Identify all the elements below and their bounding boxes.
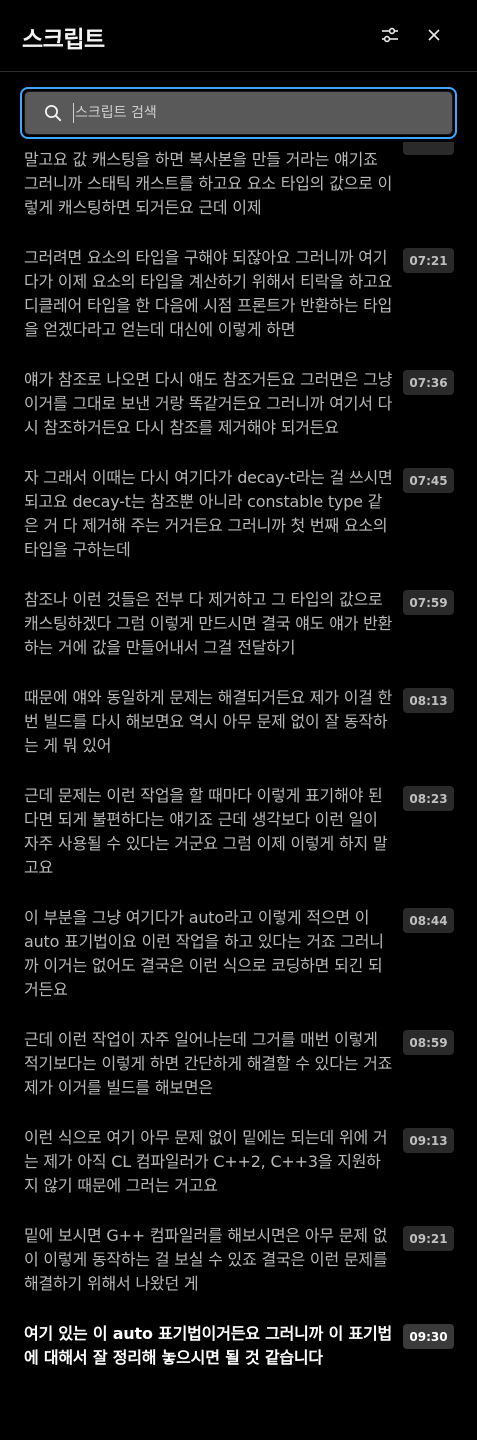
timestamp-chip[interactable]: 07:45: [403, 468, 454, 493]
timestamp-chip[interactable]: 07:59: [403, 590, 454, 615]
close-icon[interactable]: [421, 22, 447, 48]
segment-text: 말고요 값 캐스팅을 하면 복사본을 만들 거라는 얘기죠 그러니까 스태틱 캐…: [24, 150, 393, 217]
search-icon: [43, 103, 63, 123]
timestamp-chip[interactable]: 07:21: [403, 248, 454, 273]
segment-text: 이런 식으로 여기 아무 문제 없이 밑에는 되는데 위에 거는 제가 아직 C…: [24, 1128, 388, 1195]
search-box[interactable]: [24, 91, 453, 135]
segment-text: 얘가 참조로 나오면 다시 얘도 참조거든요 그러면은 그냥 이거를 그대로 보…: [24, 370, 393, 437]
segment-text: 때문에 얘와 동일하게 문제는 해결되거든요 제가 이걸 한번 빌드를 다시 해…: [24, 688, 393, 755]
transcript-segment[interactable]: 이런 식으로 여기 아무 문제 없이 밑에는 되는데 위에 거는 제가 아직 C…: [24, 1126, 454, 1198]
panel-header: 스크립트: [0, 0, 477, 72]
timestamp-chip[interactable]: 09:21: [403, 1226, 454, 1251]
timestamp-chip[interactable]: 09:13: [403, 1128, 454, 1153]
timestamp-chip[interactable]: 08:44: [403, 908, 454, 933]
segment-text: 근데 문제는 이런 작업을 할 때마다 이렇게 표기해야 된다면 되게 불편하다…: [24, 786, 388, 877]
sliders-icon[interactable]: [377, 22, 403, 48]
search-field[interactable]: [20, 87, 457, 139]
transcript-segment[interactable]: 그러려면 요소의 타입을 구해야 되잖아요 그러니까 여기다가 이제 요소의 타…: [24, 246, 454, 342]
transcript-list[interactable]: 말고요 값 캐스팅을 하면 복사본을 만들 거라는 얘기죠 그러니까 스태틱 캐…: [0, 142, 477, 1440]
segment-text: 자 그래서 이때는 다시 여기다가 decay-t라는 걸 쓰시면 되고요 de…: [24, 468, 393, 559]
timestamp-chip[interactable]: [403, 142, 454, 155]
timestamp-chip[interactable]: 08:13: [403, 688, 454, 713]
segment-text: 여기 있는 이 auto 표기법이거든요 그러니까 이 표기법에 대해서 잘 정…: [24, 1324, 393, 1367]
timestamp-chip[interactable]: 07:36: [403, 370, 454, 395]
transcript-segment[interactable]: 근데 문제는 이런 작업을 할 때마다 이렇게 표기해야 된다면 되게 불편하다…: [24, 784, 454, 880]
segment-text: 참조나 이런 것들은 전부 다 제거하고 그 타입의 값으로 캐스팅하겠다 그럼…: [24, 590, 393, 657]
segment-text: 밑에 보시면 G++ 컴파일러를 해보시면은 아무 문제 없이 이렇게 동작하는…: [24, 1226, 388, 1293]
transcript-segment[interactable]: 밑에 보시면 G++ 컴파일러를 해보시면은 아무 문제 없이 이렇게 동작하는…: [24, 1224, 454, 1296]
transcript-segment[interactable]: 근데 이런 작업이 자주 일어나는데 그거를 매번 이렇게 적기보다는 이렇게 …: [24, 1028, 454, 1100]
transcript-segment[interactable]: 말고요 값 캐스팅을 하면 복사본을 만들 거라는 얘기죠 그러니까 스태틱 캐…: [24, 142, 454, 220]
transcript-segment[interactable]: 이 부분을 그냥 여기다가 auto라고 이렇게 적으면 이 auto 표기법이…: [24, 906, 454, 1002]
segment-text: 그러려면 요소의 타입을 구해야 되잖아요 그러니까 여기다가 이제 요소의 타…: [24, 248, 393, 339]
timestamp-chip[interactable]: 09:30: [403, 1324, 454, 1349]
transcript-segment[interactable]: 자 그래서 이때는 다시 여기다가 decay-t라는 걸 쓰시면 되고요 de…: [24, 466, 454, 562]
transcript-segment[interactable]: 때문에 얘와 동일하게 문제는 해결되거든요 제가 이걸 한번 빌드를 다시 해…: [24, 686, 454, 758]
timestamp-chip[interactable]: 08:59: [403, 1030, 454, 1055]
transcript-segment[interactable]: 참조나 이런 것들은 전부 다 제거하고 그 타입의 값으로 캐스팅하겠다 그럼…: [24, 588, 454, 660]
search-input[interactable]: [73, 103, 397, 123]
transcript-segment[interactable]: 얘가 참조로 나오면 다시 얘도 참조거든요 그러면은 그냥 이거를 그대로 보…: [24, 368, 454, 440]
timestamp-chip[interactable]: 08:23: [403, 786, 454, 811]
segment-text: 이 부분을 그냥 여기다가 auto라고 이렇게 적으면 이 auto 표기법이…: [24, 908, 384, 999]
panel-title: 스크립트: [22, 27, 105, 53]
transcript-segment[interactable]: 여기 있는 이 auto 표기법이거든요 그러니까 이 표기법에 대해서 잘 정…: [24, 1322, 454, 1370]
segment-text: 근데 이런 작업이 자주 일어나는데 그거를 매번 이렇게 적기보다는 이렇게 …: [24, 1030, 393, 1097]
